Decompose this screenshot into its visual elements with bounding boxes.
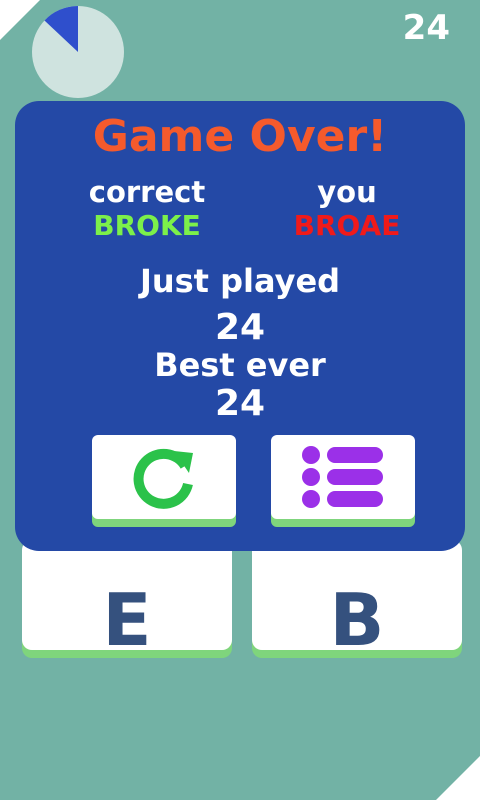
you-column: you BROAE <box>247 175 447 243</box>
tile-letter: B <box>329 578 385 662</box>
you-label: you <box>317 175 377 209</box>
score-counter: 24 <box>402 8 450 48</box>
menu-button[interactable] <box>271 435 415 519</box>
tile-letter: E <box>102 578 152 662</box>
best-ever-label: Best ever <box>154 346 326 384</box>
timer-pie <box>32 6 124 98</box>
correct-word: BROKE <box>93 209 201 242</box>
just-played-label: Just played <box>139 262 341 300</box>
just-played-value: 24 <box>214 307 266 348</box>
best-ever-value: 24 <box>214 383 266 424</box>
letter-tile[interactable]: E <box>22 540 232 662</box>
dialog-title: Game Over! <box>92 111 388 162</box>
you-word: BROAE <box>293 209 401 242</box>
correct-column: correct BROKE <box>47 175 247 243</box>
retry-button[interactable] <box>92 435 236 519</box>
letter-tile[interactable]: B <box>252 540 462 662</box>
correct-label: correct <box>88 175 206 209</box>
list-icon <box>302 446 383 508</box>
corner-decoration <box>436 756 480 800</box>
game-over-dialog: Game Over! correct BROKE you BROAE Just … <box>15 101 465 551</box>
refresh-icon <box>133 448 193 509</box>
